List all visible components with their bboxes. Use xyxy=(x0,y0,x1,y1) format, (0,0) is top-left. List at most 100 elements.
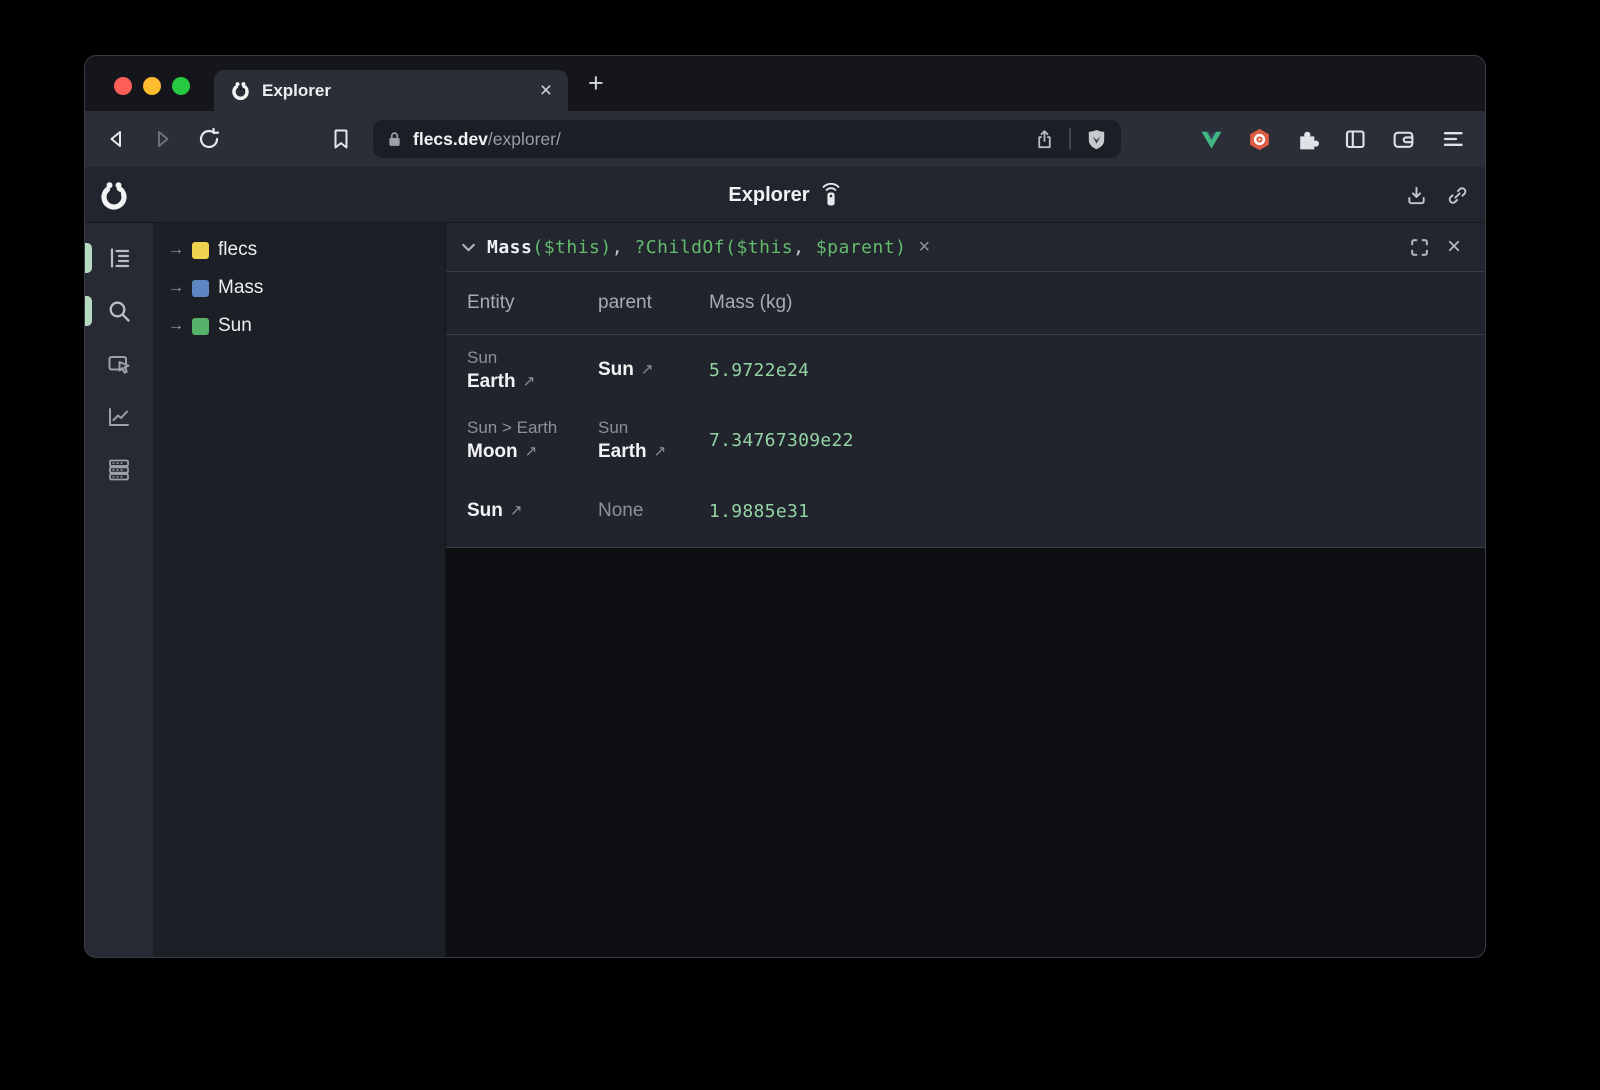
active-panel-indicator xyxy=(85,296,92,326)
new-tab-button[interactable]: + xyxy=(588,68,604,99)
close-query-panel-button[interactable]: × xyxy=(1447,235,1461,259)
window-minimize-button[interactable] xyxy=(143,77,161,95)
share-icon[interactable] xyxy=(1033,128,1056,151)
url-path: /explorer/ xyxy=(488,129,561,149)
column-header-mass: Mass (kg) xyxy=(709,272,1485,334)
urlbar-separator xyxy=(1069,128,1071,150)
mass-cell: 7.34767309e22 xyxy=(709,405,1485,475)
query-separator: , xyxy=(793,237,816,258)
expand-arrow-icon[interactable]: → xyxy=(168,279,192,297)
back-button[interactable] xyxy=(104,127,128,151)
external-link-icon[interactable]: ↗ xyxy=(641,357,654,383)
entity-color-swatch xyxy=(192,242,209,259)
query-term: $parent) xyxy=(816,237,907,258)
expand-arrow-icon[interactable]: → xyxy=(168,317,192,335)
app-title: Explorer xyxy=(728,184,809,207)
entity-link[interactable]: Earth xyxy=(467,369,516,395)
collapse-chevron-icon[interactable] xyxy=(460,239,477,256)
column-header-entity: Entity xyxy=(467,272,598,334)
window-close-button[interactable] xyxy=(114,77,132,95)
parent-path: Sun xyxy=(598,416,701,439)
entity-cell: Sun Earth ↗ xyxy=(467,335,598,405)
entity-cell: Sun > Earth Moon ↗ xyxy=(467,405,598,475)
external-link-icon[interactable]: ↗ xyxy=(523,369,536,395)
entity-color-swatch xyxy=(192,280,209,297)
inspector-panel-icon[interactable] xyxy=(106,351,132,377)
table-row: Sun > Earth Moon ↗ Sun Earth ↗ xyxy=(446,405,1485,475)
tab-favicon-flecs-icon xyxy=(230,80,251,101)
active-panel-indicator xyxy=(85,243,92,273)
browser-menu-icon[interactable] xyxy=(1441,127,1465,151)
query-separator: , xyxy=(612,237,635,258)
url-bar[interactable]: flecs.dev/explorer/ xyxy=(373,120,1121,158)
expand-arrow-icon[interactable]: → xyxy=(168,241,192,259)
forward-button[interactable] xyxy=(151,127,175,151)
url-text: flecs.dev/explorer/ xyxy=(413,129,561,150)
tree-item-mass[interactable]: → Mass xyxy=(153,269,445,307)
tree-item-label[interactable]: Sun xyxy=(218,315,252,337)
table-row: Sun Earth ↗ Sun ↗ 5.972 xyxy=(446,335,1485,405)
app-header: Explorer xyxy=(85,167,1485,223)
parent-none-label: None xyxy=(598,498,643,524)
browser-window: Explorer × + xyxy=(84,55,1486,958)
parent-link[interactable]: Sun xyxy=(598,357,634,383)
tree-item-flecs[interactable]: → flecs xyxy=(153,231,445,269)
reload-button[interactable] xyxy=(197,127,221,151)
parent-link[interactable]: Earth xyxy=(598,439,647,465)
tree-item-label[interactable]: Mass xyxy=(218,277,263,299)
tab-title: Explorer xyxy=(262,81,331,101)
query-panel: Mass($this), ?ChildOf($this, $parent) × … xyxy=(446,223,1485,957)
entity-path: Sun xyxy=(467,346,590,369)
external-link-icon[interactable]: ↗ xyxy=(525,439,538,465)
mass-cell: 1.9885e31 xyxy=(709,475,1485,547)
entity-link[interactable]: Sun xyxy=(467,498,503,524)
tab-close-button[interactable]: × xyxy=(540,80,552,101)
clear-query-button[interactable]: × xyxy=(919,237,931,257)
mass-value: 7.34767309e22 xyxy=(709,430,1477,451)
urlbar-right-icons xyxy=(1033,127,1109,152)
table-row: Sun ↗ None 1.9885e31 xyxy=(446,475,1485,548)
parent-cell: Sun ↗ xyxy=(598,335,709,405)
main-content: → flecs → Mass → Sun xyxy=(85,223,1485,957)
external-link-icon[interactable]: ↗ xyxy=(654,439,667,465)
entity-tree-panel: → flecs → Mass → Sun xyxy=(153,223,446,957)
parent-cell: None xyxy=(598,475,709,547)
entity-link[interactable]: Moon xyxy=(467,439,518,465)
mass-cell: 5.9722e24 xyxy=(709,335,1485,405)
tab-strip: Explorer × + xyxy=(85,56,1485,111)
copy-link-icon[interactable] xyxy=(1446,184,1469,207)
column-header-parent: parent xyxy=(598,272,709,334)
download-icon[interactable] xyxy=(1405,184,1428,207)
sidebar-toggle-icon[interactable] xyxy=(1343,127,1367,151)
browser-tab-explorer[interactable]: Explorer × xyxy=(214,70,568,111)
tree-item-sun[interactable]: → Sun xyxy=(153,307,445,345)
search-panel-icon[interactable] xyxy=(106,298,132,324)
tables-panel-icon[interactable] xyxy=(106,457,132,483)
lock-icon xyxy=(385,130,404,149)
tree-item-label[interactable]: flecs xyxy=(218,239,257,261)
chart-panel-icon[interactable] xyxy=(106,404,132,430)
app-header-actions xyxy=(1405,184,1469,207)
window-zoom-button[interactable] xyxy=(172,77,190,95)
query-term: ($this) xyxy=(532,237,611,258)
entity-path: Sun > Earth xyxy=(467,416,590,439)
extension-vue-devtools-icon[interactable] xyxy=(1199,127,1223,151)
extension-hex-icon[interactable] xyxy=(1247,127,1271,151)
extensions-puzzle-icon[interactable] xyxy=(1295,127,1319,151)
query-expression[interactable]: Mass($this), ?ChildOf($this, $parent) xyxy=(487,237,907,258)
bookmark-icon[interactable] xyxy=(329,127,353,151)
url-domain: flecs.dev xyxy=(413,129,488,149)
query-term: ?ChildOf($this xyxy=(634,237,793,258)
external-link-icon[interactable]: ↗ xyxy=(510,498,523,524)
entity-color-swatch xyxy=(192,318,209,335)
fullscreen-icon[interactable] xyxy=(1409,237,1430,258)
screenshot-canvas: Explorer × + xyxy=(0,0,1600,1090)
query-term: Mass xyxy=(487,237,532,258)
wallet-icon[interactable] xyxy=(1391,127,1415,151)
traffic-lights xyxy=(114,77,190,95)
entity-tree-panel-icon[interactable] xyxy=(106,245,132,271)
remote-connection-icon[interactable] xyxy=(820,183,842,208)
parent-cell: Sun Earth ↗ xyxy=(598,405,709,475)
app-title-group: Explorer xyxy=(85,167,1485,223)
brave-shield-icon[interactable] xyxy=(1084,127,1109,152)
